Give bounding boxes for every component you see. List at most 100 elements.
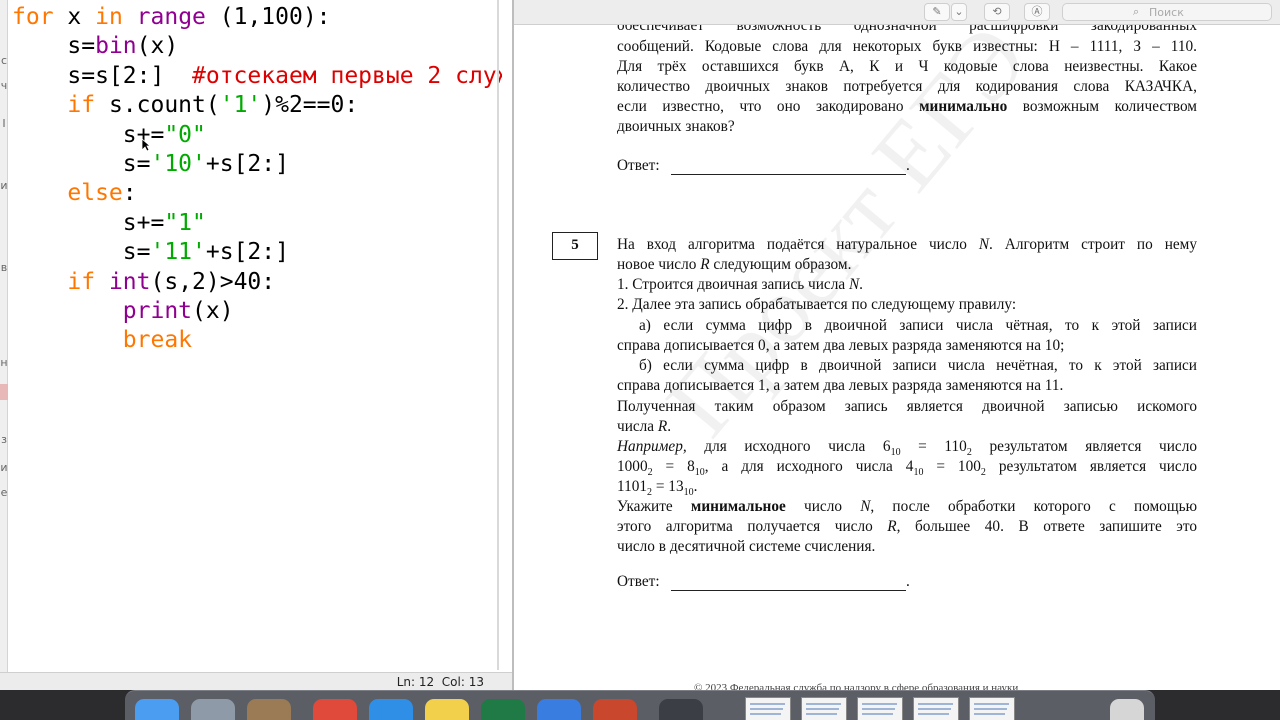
minimized-window-thumbnail[interactable] (745, 697, 791, 720)
code-line[interactable]: s='11'+s[2:] (12, 238, 502, 267)
code-token: s=s[2:] (12, 62, 193, 89)
code-line[interactable]: s=s[2:] #отсекаем первые 2 служебных сим… (12, 62, 502, 91)
text-line: новое число R следующим образом. (617, 256, 852, 273)
code-token: in (95, 4, 123, 30)
preview-icon[interactable] (247, 699, 291, 720)
viewer-toolbar: ✎ ⌄ ⟲ Ⓐ ⌕ Поиск (514, 0, 1280, 25)
code-token: if (67, 268, 96, 295)
code-token: s= (12, 33, 96, 60)
minimized-window-thumbnail[interactable] (801, 697, 847, 720)
question-line: этого алгоритма получается число R, боль… (617, 518, 1197, 535)
background-window-text: с (0, 55, 8, 67)
text-line: Для трёх оставшихся букв А, К и Ч кодовы… (617, 58, 1197, 75)
code-line[interactable]: for x in range (1,100): (12, 3, 502, 32)
search-icon: ⌕ (1133, 5, 1140, 18)
code-token: #отсекаем первые 2 служебных символа (192, 62, 502, 89)
text-line: справа дописывается 1, а затем два левых… (617, 377, 1064, 394)
text-line: если известно, что оно закодировано мини… (617, 98, 1197, 115)
thumbnail-line (918, 703, 953, 705)
code-token: s= (12, 150, 151, 177)
cursor-position: Ln: 12 Col: 13 (396, 675, 484, 689)
editor-status-bar: Ln: 12 Col: 13 (0, 672, 512, 690)
code-line[interactable]: else: (12, 179, 502, 208)
code-text-area[interactable]: for x in range (1,100): s=bin(x) s=s[2:]… (12, 3, 502, 356)
code-token: '1' (219, 92, 262, 119)
answer-field (671, 590, 906, 591)
answer-dot: . (906, 573, 910, 590)
code-editor-window[interactable]: счIивнзие for x in range (1,100): s=bin(… (0, 0, 512, 690)
code-token: : (122, 180, 137, 207)
document-page: Проект ЕГЭ обеспечивает возможность одно… (514, 25, 1280, 690)
thumbnail-line (750, 703, 785, 705)
launchpad-icon[interactable] (191, 699, 235, 720)
text-line: справа дописывается 0, а затем два левых… (617, 337, 1065, 354)
thumbnail-line (974, 708, 1007, 710)
background-window-text: I (2, 118, 6, 130)
text-line: количество двоичных знаков потребуется д… (617, 78, 1197, 95)
code-token: (1,100): (205, 4, 331, 30)
thumbnail-line (806, 703, 841, 705)
thumbnail-line (862, 708, 895, 710)
text-line: 1. Строится двоичная запись числа N. (617, 276, 863, 293)
text-line: обеспечивает возможность однозначной рас… (617, 25, 1197, 34)
code-token: x (53, 4, 96, 30)
excel-icon[interactable] (481, 699, 525, 720)
markup-pen-icon[interactable]: ✎ (924, 3, 950, 21)
code-line[interactable]: if s.count('1')%2==0: (12, 91, 502, 120)
thumbnail-line (974, 703, 1009, 705)
question-line: число в десятичной системе счисления. (617, 538, 876, 555)
thumbnail-line (750, 708, 783, 710)
trash-icon[interactable] (1110, 699, 1144, 720)
code-line[interactable]: if int(s,2)>40: (12, 268, 502, 297)
text-line: 2. Далее эта запись обрабатывается по сл… (617, 296, 1017, 313)
background-window-highlight (0, 384, 8, 400)
background-window-text: е (0, 487, 8, 499)
code-token: bin (95, 33, 137, 60)
chrome-icon[interactable] (313, 699, 357, 720)
background-window-text: ч (0, 80, 8, 92)
code-token: if (67, 92, 96, 119)
code-token: +s[2:] (205, 239, 289, 266)
chevron-down-icon[interactable]: ⌄ (951, 3, 967, 21)
code-line[interactable]: s+="0" (12, 121, 502, 150)
keynote-icon[interactable] (537, 699, 581, 720)
code-line[interactable]: print(x) (12, 297, 502, 326)
safari-icon[interactable] (369, 699, 413, 720)
code-token: int (108, 268, 151, 295)
code-token: for (12, 4, 54, 30)
text-line: На вход алгоритма подаётся натуральное ч… (617, 236, 1197, 253)
question-line: Укажите минимальное число N, после обраб… (617, 498, 1197, 515)
notes-icon[interactable] (425, 699, 469, 720)
code-token: s.count( (95, 92, 220, 119)
code-token: (s,2)>40: (150, 268, 276, 295)
answer-dot: . (906, 157, 910, 174)
editor-scrollbar-track[interactable] (497, 0, 499, 670)
pdf-viewer-window[interactable]: ✎ ⌄ ⟲ Ⓐ ⌕ Поиск Проект ЕГЭ обеспечивает … (512, 0, 1280, 690)
search-input[interactable]: ⌕ Поиск (1062, 3, 1272, 21)
code-line[interactable]: s='10'+s[2:] (12, 150, 502, 179)
code-line[interactable]: break (12, 326, 502, 355)
code-token: '10' (150, 150, 206, 177)
minimized-window-thumbnail[interactable] (913, 697, 959, 720)
screen-recorder-icon[interactable] (659, 699, 703, 720)
finder-icon[interactable] (135, 699, 179, 720)
thumbnail-line (918, 713, 949, 715)
minimized-window-thumbnail[interactable] (857, 697, 903, 720)
answer-label: Ответ: (617, 573, 660, 590)
code-line[interactable]: s=bin(x) (12, 32, 502, 61)
background-window-text: н (0, 357, 8, 369)
text-line: сообщений. Кодовые слова для некоторых б… (617, 38, 1197, 55)
code-line[interactable]: s+="1" (12, 209, 502, 238)
background-window-edge (0, 0, 8, 690)
minimized-window-thumbnail[interactable] (969, 697, 1015, 720)
code-token: '11' (150, 239, 206, 266)
annotate-icon[interactable]: Ⓐ (1024, 3, 1050, 21)
powerpoint-icon[interactable] (593, 699, 637, 720)
text-line: Полученная таким образом запись является… (617, 398, 1197, 415)
text-line: числа R. (617, 418, 672, 435)
rotate-icon[interactable]: ⟲ (984, 3, 1010, 21)
